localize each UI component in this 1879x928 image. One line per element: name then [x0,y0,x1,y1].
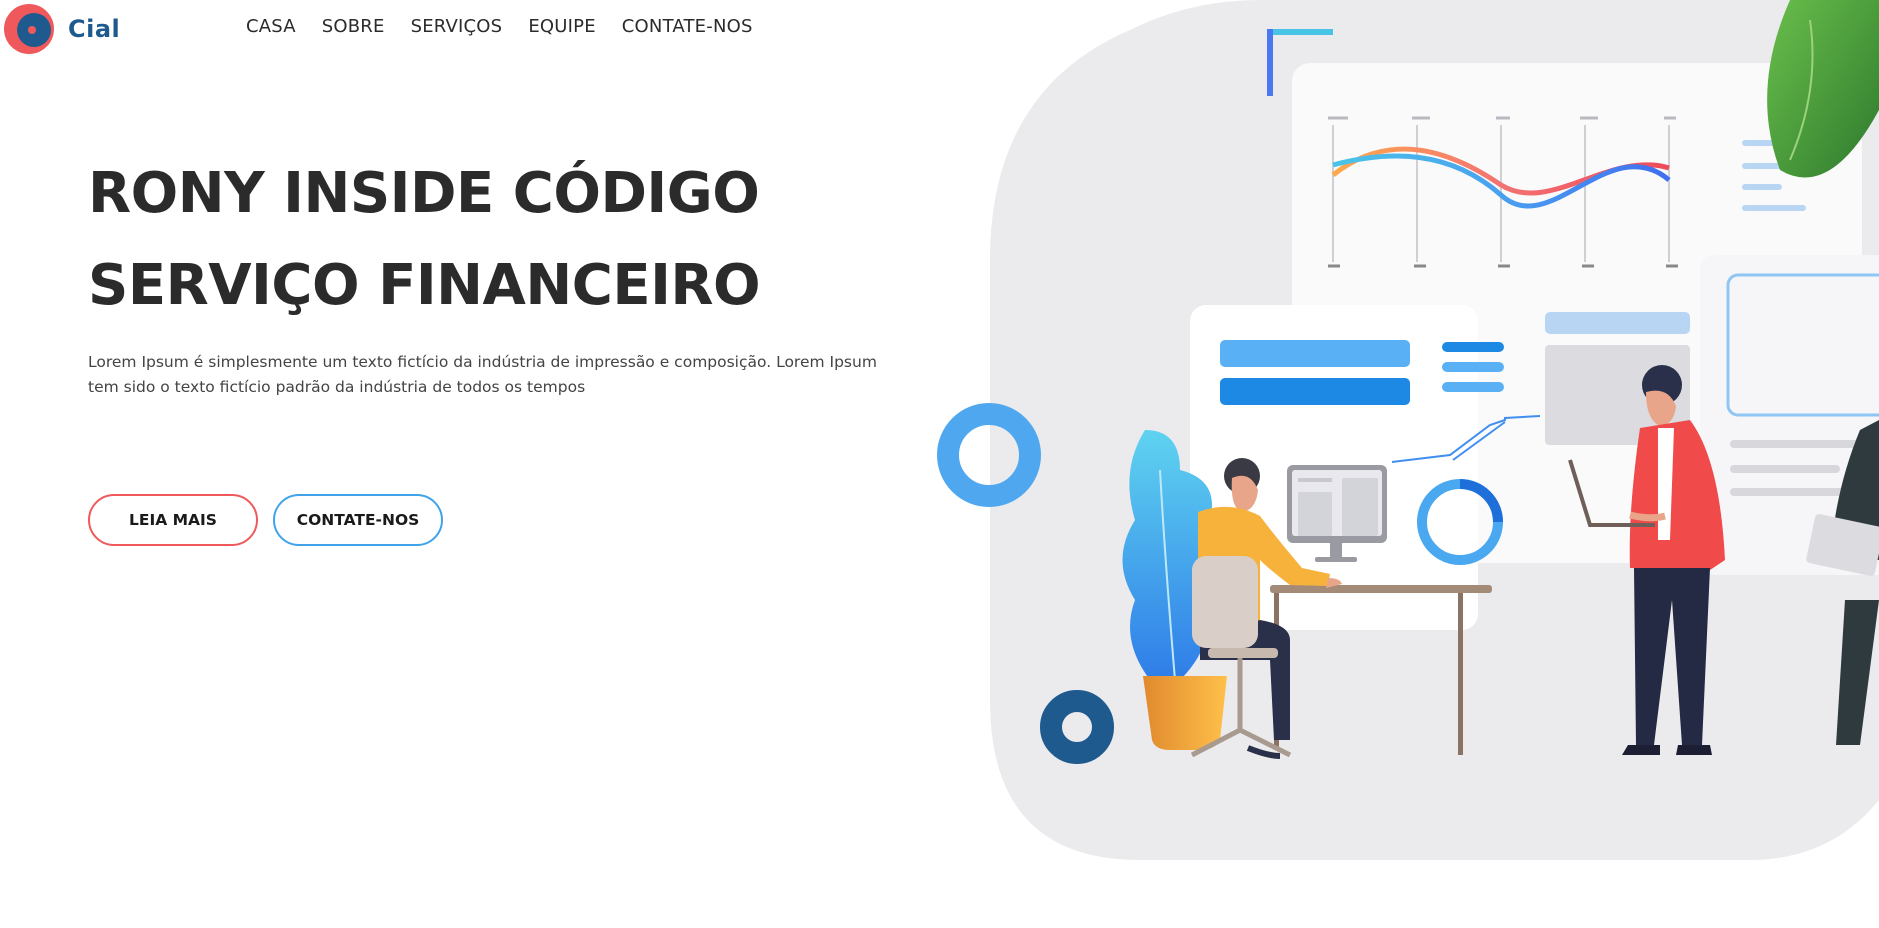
hero-title-line-2: SERVIÇO FINANCEIRO [88,253,761,318]
hero-description: Lorem Ipsum é simplesmente um texto fict… [88,353,877,396]
hero-title-line-1: RONY INSIDE CÓDIGO [88,161,760,226]
ring-decoration-light-blue [937,403,1041,507]
read-more-button[interactable]: LEIA MAIS [88,494,258,546]
nav-item-contate-nos[interactable]: CONTATE-NOS [622,16,753,37]
hero-title: RONY INSIDE CÓDIGO SERVIÇO FINANCEIRO [88,148,761,332]
logo-icon [4,4,54,54]
nav-item-sobre[interactable]: SOBRE [322,16,385,37]
brand-name: Cial [68,15,121,43]
main-nav: CASA SOBRE SERVIÇOS EQUIPE CONTATE-NOS [246,16,753,37]
contact-button[interactable]: CONTATE-NOS [273,494,443,546]
ring-decoration-dark-blue [1040,690,1114,764]
nav-item-servicos[interactable]: SERVIÇOS [411,16,503,37]
logo[interactable]: Cial [4,4,120,54]
nav-item-equipe[interactable]: EQUIPE [528,16,595,37]
nav-item-casa[interactable]: CASA [246,16,296,37]
